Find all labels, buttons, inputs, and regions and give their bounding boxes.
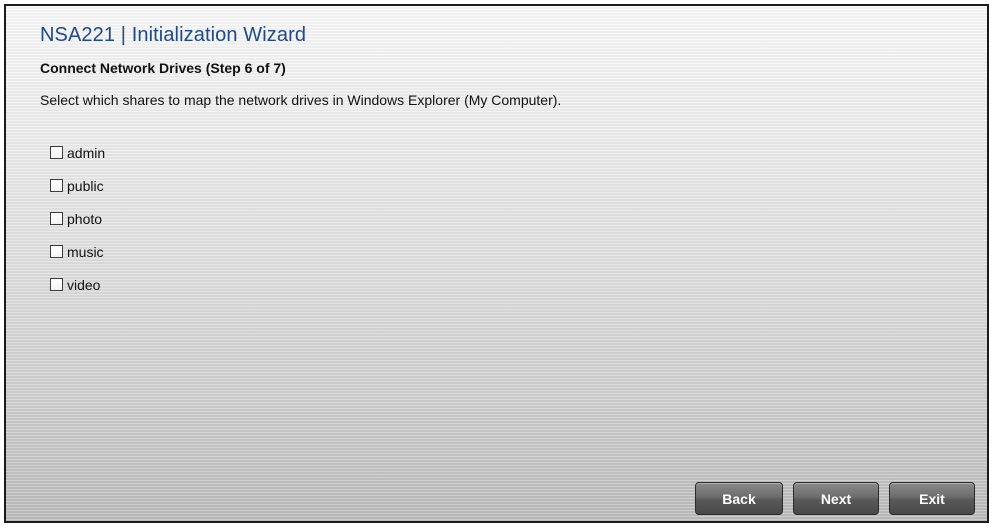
share-checkbox-admin[interactable] <box>50 146 63 159</box>
step-description: Select which shares to map the network d… <box>40 92 562 108</box>
share-checkbox-video[interactable] <box>50 278 63 291</box>
share-list: admin public photo music video <box>50 136 105 301</box>
wizard-button-bar: Back Next Exit <box>695 482 975 515</box>
step-title: Connect Network Drives (Step 6 of 7) <box>40 60 286 76</box>
share-checkbox-music[interactable] <box>50 245 63 258</box>
share-label-photo: photo <box>67 210 103 227</box>
share-item-video[interactable]: video <box>50 268 105 301</box>
share-label-public: public <box>67 177 104 194</box>
share-item-music[interactable]: music <box>50 235 105 268</box>
share-item-photo[interactable]: photo <box>50 202 105 235</box>
wizard-title: NSA221 | Initialization Wizard <box>40 24 307 46</box>
share-label-admin: admin <box>67 144 106 161</box>
share-checkbox-photo[interactable] <box>50 212 63 225</box>
next-button[interactable]: Next <box>793 482 879 515</box>
share-item-public[interactable]: public <box>50 169 105 202</box>
wizard-panel: NSA221 | Initialization Wizard Connect N… <box>4 4 989 523</box>
exit-button[interactable]: Exit <box>889 482 975 515</box>
back-button[interactable]: Back <box>695 482 783 515</box>
share-label-music: music <box>67 243 104 260</box>
share-item-admin[interactable]: admin <box>50 136 105 169</box>
share-label-video: video <box>67 276 101 293</box>
share-checkbox-public[interactable] <box>50 179 63 192</box>
